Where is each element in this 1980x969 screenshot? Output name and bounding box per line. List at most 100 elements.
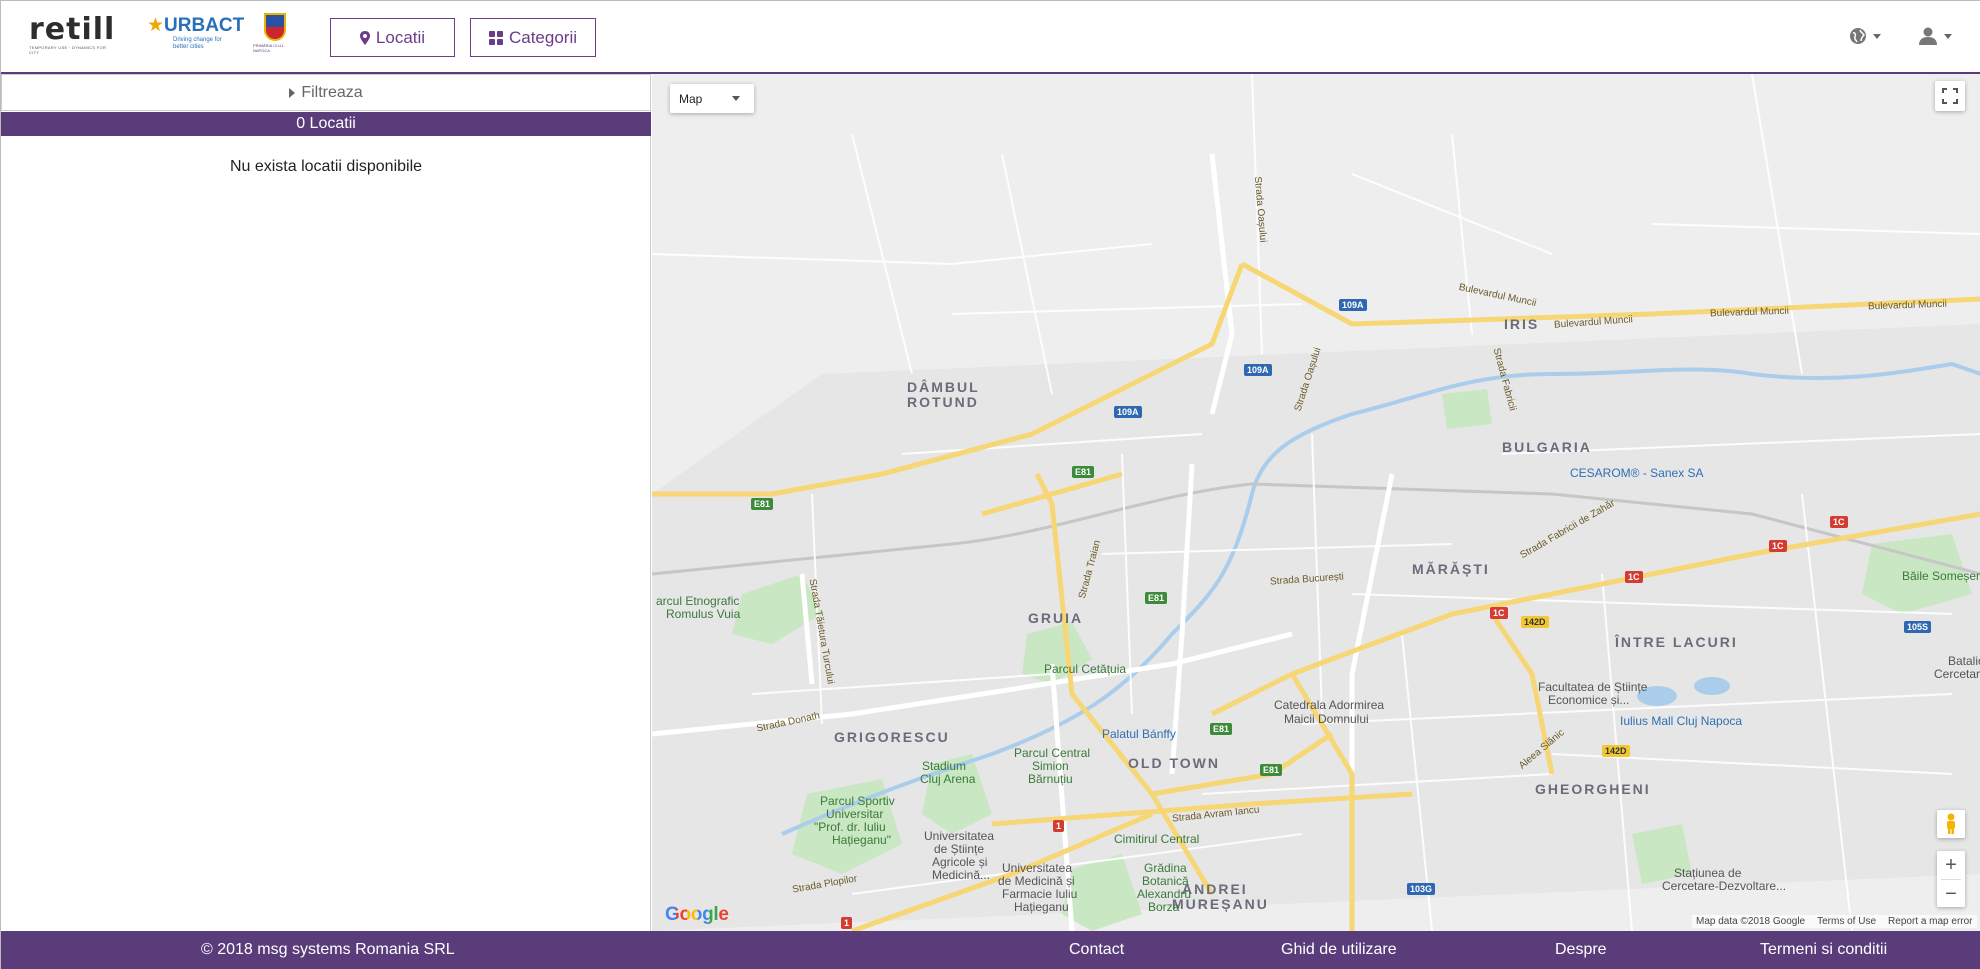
city-crest-logo[interactable]: PRIMĂRIA CLUJ-NAPOCA xyxy=(253,13,297,57)
poi-label: de Medicină și xyxy=(998,874,1075,888)
road-shield: 1 xyxy=(841,917,853,929)
grid-icon xyxy=(488,30,503,45)
filter-toggle[interactable]: Filtreaza xyxy=(1,74,651,111)
district-label: ÎNTRE LACURI xyxy=(1615,634,1738,650)
zoom-control: + − xyxy=(1937,851,1965,907)
poi-label: Parcul Central xyxy=(1014,746,1091,760)
retill-logo-text: retill xyxy=(29,12,116,47)
language-menu[interactable] xyxy=(1849,23,1881,49)
copyright-text: © 2018 msg systems Romania SRL xyxy=(201,941,455,958)
map-data-notice: Map data ©2018 Google xyxy=(1696,916,1806,927)
poi-label: Grădina xyxy=(1144,861,1187,875)
road-shield: 103G xyxy=(1407,883,1436,895)
road-shield: E81 xyxy=(1260,764,1283,776)
user-guide-link[interactable]: Ghid de utilizare xyxy=(1281,941,1397,959)
road-shield: 1C xyxy=(1769,540,1787,552)
district-label: GHEORGHENI xyxy=(1535,781,1651,797)
urbact-logo[interactable]: ★URBACT Driving change for better cities xyxy=(147,15,244,57)
poi-label: Batalio xyxy=(1948,654,1980,668)
poi-label: Cluj Arena xyxy=(920,772,976,786)
poi-label: Facultatea de Științe xyxy=(1538,680,1648,694)
terms-of-use-link[interactable]: Terms of Use xyxy=(1817,916,1876,927)
urbact-logo-text: ★URBACT xyxy=(147,15,245,36)
road-shield: 109A xyxy=(1114,406,1142,418)
poi-label: Cercetare V xyxy=(1934,667,1980,681)
map-type-selector[interactable]: Map xyxy=(670,84,754,113)
poi-label: Medicină... xyxy=(932,868,991,882)
poi-label: Farmacie Iuliu xyxy=(1002,887,1078,901)
user-menu[interactable] xyxy=(1918,23,1952,49)
road-shield: 1C xyxy=(1830,516,1848,528)
district-label: BULGARIA xyxy=(1502,439,1592,455)
poi-label: Maicii Domnului xyxy=(1284,712,1369,726)
road-shield: 1C xyxy=(1625,571,1643,583)
poi-label: "Prof. dr. Iuliu xyxy=(814,820,886,834)
district-label: MĂRĂȘTI xyxy=(1412,561,1490,577)
top-header: retill TEMPORARY USE · DYNAMICS FOR CITY… xyxy=(1,1,1980,74)
chevron-down-icon xyxy=(1944,33,1952,39)
poi-label: de Științe xyxy=(934,842,985,856)
chevron-down-icon xyxy=(1873,33,1881,39)
empty-locations-message: Nu exista locatii disponibile xyxy=(229,158,423,175)
zoom-in-button[interactable]: + xyxy=(1937,851,1965,879)
retill-logo-tagline: TEMPORARY USE · DYNAMICS FOR CITY xyxy=(29,45,107,55)
district-label: GRIGORESCU xyxy=(834,729,950,745)
report-map-error-link[interactable]: Report a map error xyxy=(1888,916,1972,927)
locatii-button[interactable]: Locatii xyxy=(330,18,455,57)
district-label: IRIS xyxy=(1504,316,1540,332)
poi-label: Simion xyxy=(1032,759,1069,773)
globe-icon xyxy=(1850,28,1866,44)
poi-label: Universitatea xyxy=(924,829,995,843)
road-shield: E81 xyxy=(1072,466,1095,478)
about-link[interactable]: Despre xyxy=(1555,941,1607,959)
poi-label: Botanică xyxy=(1142,874,1189,888)
poi-label: Catedrala Adormirea xyxy=(1274,698,1385,712)
road-shield: 142D xyxy=(1602,745,1630,757)
contact-link[interactable]: Contact xyxy=(1069,941,1124,959)
poi-label: Stațiunea de xyxy=(1674,866,1742,880)
terms-link[interactable]: Termeni si conditii xyxy=(1760,941,1887,959)
categorii-button[interactable]: Categorii xyxy=(470,18,596,57)
google-logo[interactable]: Google xyxy=(665,904,729,926)
road-shield: 142D xyxy=(1521,616,1549,628)
road-shield: E81 xyxy=(1145,592,1168,604)
footer: © 2018 msg systems Romania SRL Contact G… xyxy=(1,931,1980,969)
poi-label: Agricole și xyxy=(932,855,988,869)
retill-logo[interactable]: retill TEMPORARY USE · DYNAMICS FOR CITY xyxy=(29,12,116,57)
road-shield: E81 xyxy=(1210,723,1233,735)
district-label: OLD TOWN xyxy=(1128,755,1220,771)
poi-label: Economice și... xyxy=(1548,693,1630,707)
fullscreen-button[interactable] xyxy=(1935,81,1965,111)
poi-label: Romulus Vuia xyxy=(666,607,741,621)
district-label: DÂMBUL xyxy=(907,379,980,395)
user-icon xyxy=(1919,27,1937,45)
crest-shield-icon xyxy=(264,13,286,41)
poi-label: Alexandru xyxy=(1137,887,1192,901)
street-view-button[interactable] xyxy=(1937,810,1965,838)
poi-label: Hațieganu xyxy=(1014,900,1069,914)
map-attribution: Map data ©2018 Google Terms of Use Repor… xyxy=(1692,915,1977,928)
urbact-logo-tagline: Driving change for better cities xyxy=(173,37,222,50)
poi-label: Universitar xyxy=(826,807,884,821)
poi-label: arcul Etnografic xyxy=(656,594,740,608)
map-view[interactable]: DÂMBUL ROTUND IRIS BULGARIA MĂRĂȘTI GRUI… xyxy=(652,74,1980,931)
poi-label: Băile Someșeni xyxy=(1902,569,1980,583)
poi-label: Palatul Bánffy xyxy=(1102,727,1176,741)
district-label: ANDREI xyxy=(1182,881,1248,897)
map-type-label: Map xyxy=(679,91,703,106)
road-shield: 105S xyxy=(1904,621,1932,633)
map-pin-icon xyxy=(359,30,370,45)
poi-label: Iulius Mall Cluj Napoca xyxy=(1620,714,1743,728)
road-shield: 1 xyxy=(1053,820,1065,832)
poi-label: Parcul Sportiv xyxy=(820,794,895,808)
poi-label: Parcul Cetățuia xyxy=(1044,662,1127,676)
zoom-out-button[interactable]: − xyxy=(1937,880,1965,908)
filter-label: Filtreaza xyxy=(301,83,363,101)
road-shield: E81 xyxy=(751,498,774,510)
locations-count: 0 Locatii xyxy=(296,115,356,132)
poi-label: Universitatea xyxy=(1002,861,1073,875)
poi-label: Cimitirul Central xyxy=(1114,832,1200,846)
locations-panel: Filtreaza 0 Locatii Nu exista locatii di… xyxy=(1,74,651,931)
caret-right-icon xyxy=(289,87,296,98)
locations-count-bar: 0 Locatii xyxy=(1,112,651,136)
